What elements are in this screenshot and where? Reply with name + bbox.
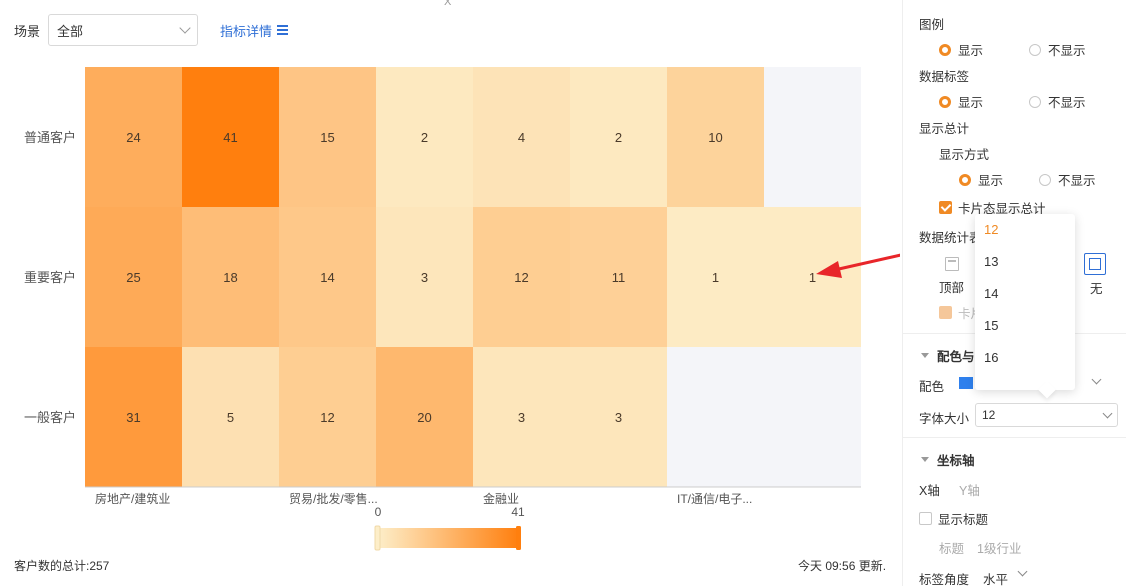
x-tick-label: IT/通信/电子... (677, 492, 752, 506)
y-tick-label: 重要客户 (24, 270, 76, 285)
cell-value-label: 11 (612, 270, 626, 285)
mode-hide-label: 不显示 (1058, 174, 1096, 188)
cell-value-label: 12 (320, 410, 334, 425)
scene-label: 场景 (14, 23, 41, 39)
mode-show-radio[interactable]: 显示 (959, 170, 1003, 189)
legend-hide-label: 不显示 (1048, 44, 1086, 58)
font-size-option[interactable]: 16 (975, 342, 1075, 374)
cell-value-label: 1 (712, 270, 719, 285)
color-label: 配色 (919, 380, 945, 394)
metric-detail-label: 指标详情 (220, 23, 273, 39)
font-size-option[interactable]: 14 (975, 278, 1075, 310)
font-size-select[interactable]: 12 (975, 403, 1118, 427)
label-hide-radio[interactable]: 不显示 (1029, 92, 1086, 111)
display-mode-title: 显示方式 (939, 148, 990, 162)
total-summary: 客户数的总计:257 (14, 559, 110, 573)
mode-show-label: 显示 (978, 174, 1004, 188)
font-size-option[interactable]: 12 (975, 214, 1075, 246)
position-none-icon[interactable] (1084, 253, 1106, 275)
axis-section-label: 坐标轴 (937, 454, 975, 468)
collapse-icon (921, 457, 929, 462)
axis-title-value[interactable]: 1级行业 (977, 538, 1021, 557)
color-section-head[interactable]: 配色与 (921, 346, 975, 365)
update-time: 今天 09:56 更新. (798, 559, 887, 573)
close-mark: X (444, 0, 452, 8)
font-size-value: 12 (982, 408, 996, 422)
chevron-down-icon (179, 22, 191, 34)
label-angle-value[interactable]: 水平 (983, 569, 1008, 586)
heatmap-empty-cell[interactable] (764, 347, 861, 487)
y-tick-label: 普通客户 (24, 130, 76, 145)
divider (903, 437, 1126, 438)
filter-bar: 场景 全部 指标详情 (14, 14, 289, 46)
font-size-dropdown: 12 13 14 15 16 (975, 214, 1075, 399)
color-swatch[interactable] (959, 377, 973, 389)
cell-value-label: 14 (320, 270, 334, 285)
position-top-icon[interactable] (945, 257, 959, 271)
cell-value-label: 18 (223, 270, 237, 285)
font-size-label: 字体大小 (919, 412, 970, 426)
data-label-title: 数据标签 (919, 70, 970, 84)
label-show-label: 显示 (958, 96, 984, 110)
cell-value-label: 3 (615, 410, 622, 425)
cell-value-label: 2 (421, 130, 428, 145)
x-tick-label: 金融业 (483, 491, 519, 506)
legend-color-bar (378, 528, 519, 548)
legend-max-label: 41 (511, 505, 525, 519)
label-hide-label: 不显示 (1048, 96, 1086, 110)
cell-value-label: 31 (126, 410, 140, 425)
cell-value-label: 2 (615, 130, 622, 145)
legend-show-radio[interactable]: 显示 (939, 40, 983, 59)
show-title-label: 显示标题 (938, 513, 989, 527)
position-top-label: 顶部 (939, 281, 965, 295)
legend-min-label: 0 (375, 505, 382, 519)
list-icon (277, 25, 289, 35)
heatmap-empty-cell[interactable] (667, 347, 764, 487)
x-tick-label: 房地产/建筑业 (95, 491, 170, 506)
heatmap-chart: 24 41 15 2 4 2 1025 18 14 3 12 11 1 131 5 12 20 3 3普通客户重要客… (24, 67, 900, 551)
cell-value-label: 20 (417, 410, 431, 425)
angle-chevron-icon[interactable] (1017, 566, 1028, 577)
cell-value-label: 41 (223, 130, 237, 145)
cell-value-label: 1 (809, 270, 816, 285)
legend-handle-max[interactable] (516, 526, 521, 550)
font-size-option[interactable]: 13 (975, 246, 1075, 278)
cell-value-label: 15 (320, 130, 334, 145)
y-axis-tab[interactable]: Y轴 (959, 480, 980, 499)
scene-select[interactable]: 全部 (48, 14, 199, 46)
scene-select-value: 全部 (57, 23, 84, 39)
cell-value-label: 12 (514, 270, 528, 285)
font-size-option[interactable]: 15 (975, 310, 1075, 342)
show-title-checkbox[interactable]: 显示标题 (919, 509, 988, 528)
y-tick-label: 一般客户 (24, 410, 76, 425)
total-title: 显示总计 (919, 122, 970, 136)
heatmap-empty-cell[interactable] (764, 67, 861, 207)
legend-title: 图例 (919, 18, 945, 32)
color-section-label: 配色与 (937, 350, 975, 364)
x-tick-label: 贸易/批发/零售... (289, 491, 378, 506)
cell-value-label: 25 (126, 270, 140, 285)
cell-value-label: 24 (126, 130, 140, 145)
collapse-icon (921, 353, 929, 358)
axis-section-head[interactable]: 坐标轴 (921, 450, 975, 469)
label-angle-label: 标签角度 (919, 573, 970, 586)
position-none-label: 无 (1090, 282, 1103, 296)
cell-value-label: 4 (518, 130, 525, 145)
legend-show-label: 显示 (958, 44, 984, 58)
legend-handle-min[interactable] (374, 525, 381, 551)
color-chevron-icon[interactable] (1091, 374, 1102, 385)
legend-hide-radio[interactable]: 不显示 (1029, 40, 1086, 59)
cell-value-label: 3 (421, 270, 428, 285)
axis-title-label: 标题 (939, 542, 965, 556)
mode-hide-radio[interactable]: 不显示 (1039, 170, 1096, 189)
stats-table-title: 数据统计表 (919, 231, 982, 245)
cell-value-label: 5 (227, 410, 234, 425)
chevron-down-icon (1102, 408, 1113, 418)
metric-detail-link[interactable]: 指标详情 (220, 21, 289, 40)
label-show-radio[interactable]: 显示 (939, 92, 983, 111)
x-axis-tab[interactable]: X轴 (919, 480, 940, 499)
cell-value-label: 3 (518, 410, 525, 425)
cell-value-label: 10 (708, 130, 722, 145)
